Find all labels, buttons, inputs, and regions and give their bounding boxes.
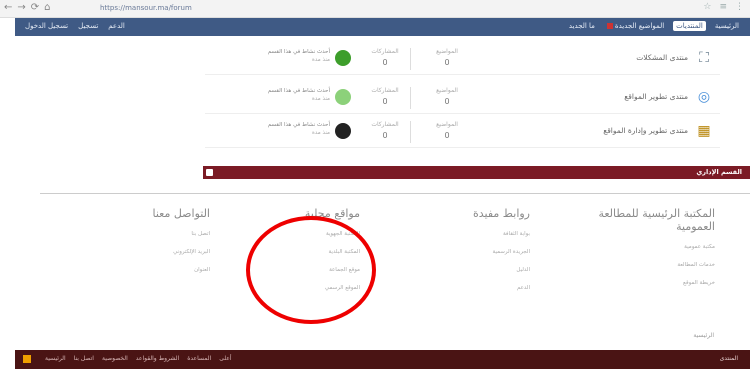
threads-stat: المواضيع 0: [427, 48, 467, 67]
threads-label: المواضيع: [436, 121, 458, 128]
building-icon: ▦: [697, 123, 711, 139]
forum-row[interactable]: ▦ منتدى تطوير وإدارة المواقع المواضيع 0 …: [205, 117, 720, 148]
threads-label: المواضيع: [436, 48, 458, 55]
footer-column-useful-links: روابط مفيدة بوابة الثقافة الجريدة الرسمي…: [400, 207, 530, 292]
register-link[interactable]: تسجيل: [78, 22, 98, 30]
tab-new-posts[interactable]: المواضيع الجديدة: [604, 21, 667, 31]
footer-link[interactable]: الخصوصية: [102, 355, 128, 362]
login-link[interactable]: تسجيل الدخول: [25, 22, 68, 30]
latest-post-meta: منذ مدة: [312, 96, 330, 102]
footer-link[interactable]: الجريدة الرسمية: [400, 249, 530, 256]
highlight-circle: [246, 216, 376, 324]
tab-new-posts-label: المواضيع الجديدة: [614, 22, 665, 30]
tab-forums[interactable]: المنتديات: [673, 21, 706, 31]
threads-count: 0: [444, 58, 450, 67]
threads-stat: المواضيع 0: [427, 121, 467, 140]
latest-post-meta: منذ مدة: [312, 57, 330, 63]
tab-home[interactable]: الرئيسية: [712, 21, 742, 31]
column-text[interactable]: خريطة الموقع: [590, 280, 715, 287]
forum-row[interactable]: ⛶ منتدى المشكلات المواضيع 0 المشاركات 0 …: [205, 44, 720, 75]
avatar[interactable]: [335, 123, 351, 139]
footer-link[interactable]: اتصل بنا: [74, 355, 94, 362]
alert-dot-icon: [606, 23, 613, 29]
posts-stat: المشاركات 0: [365, 121, 405, 140]
footer-column-contact: التواصل معنا اتصل بنا البريد الإلكتروني …: [80, 207, 210, 274]
forum-row[interactable]: ◎ منتدى تطوير المواقع المواضيع 0 المشارك…: [205, 83, 720, 114]
browser-tools: ☆ ≡ ⋮: [703, 2, 744, 12]
organization-icon: ⛶: [699, 50, 709, 66]
footer-link[interactable]: الدعم: [400, 285, 530, 292]
footer-home-link[interactable]: المنتدى: [720, 355, 738, 362]
posts-count: 0: [382, 58, 388, 67]
column-text: خدمات المطالعة: [677, 262, 715, 268]
footer-link[interactable]: البريد الإلكتروني: [80, 249, 210, 256]
collapse-toggle-icon[interactable]: [206, 169, 213, 176]
forum-title[interactable]: منتدى المشكلات: [636, 53, 688, 62]
posts-count: 0: [382, 131, 388, 140]
site-footer: الرئيسية اتصل بنا الخصوصية الشروط والقوا…: [15, 350, 750, 369]
main-tabs: ما الجديد المواضيع الجديدة المنتديات الر…: [566, 21, 742, 31]
user-links: تسجيل الدخول تسجيل الدعم: [25, 22, 125, 30]
reload-icon[interactable]: ⟳: [31, 2, 39, 13]
category-title[interactable]: القسم الإداري: [696, 168, 742, 176]
footer-link[interactable]: بوابة الثقافة: [400, 231, 530, 238]
tab-whats-new[interactable]: ما الجديد: [566, 21, 598, 31]
column-heading: التواصل معنا: [152, 207, 210, 220]
forum-title[interactable]: منتدى تطوير المواقع: [624, 92, 688, 101]
divider: [410, 121, 411, 143]
footer-divider: [40, 193, 750, 194]
footer-link[interactable]: العنوان: [80, 267, 210, 274]
browser-toolbar: ← → ⟳ ⌂ https://mansour.ma/forum ☆ ≡ ⋮: [0, 0, 750, 18]
footer-link[interactable]: الشروط والقواعد: [136, 355, 179, 362]
threads-count: 0: [444, 97, 450, 106]
latest-post[interactable]: أحدث نشاط في هذا القسم منذ مدة: [210, 87, 330, 103]
breadcrumb[interactable]: الرئيسية: [693, 332, 714, 339]
posts-stat: المشاركات 0: [365, 48, 405, 67]
avatar[interactable]: [335, 89, 351, 105]
avatar[interactable]: [335, 50, 351, 66]
footer-column-library: المكتبة الرئيسية للمطالعة العمومية مكتبة…: [590, 207, 715, 287]
posts-count: 0: [382, 97, 388, 106]
footer-links: الرئيسية اتصل بنا الخصوصية الشروط والقوا…: [45, 355, 231, 362]
browser-nav: ← → ⟳ ⌂: [4, 2, 51, 13]
column-heading: روابط مفيدة: [473, 207, 530, 220]
footer-link[interactable]: اتصل بنا: [80, 231, 210, 238]
latest-post-meta: منذ مدة: [312, 130, 330, 136]
home-icon[interactable]: ⌂: [44, 2, 50, 13]
latest-post[interactable]: أحدث نشاط في هذا القسم منذ مدة: [210, 48, 330, 64]
more-icon[interactable]: ⋮: [735, 2, 744, 12]
site-navbar: تسجيل الدخول تسجيل الدعم ما الجديد الموا…: [15, 18, 750, 36]
divider: [410, 87, 411, 109]
posts-stat: المشاركات 0: [365, 87, 405, 106]
category-header[interactable]: القسم الإداري: [203, 166, 750, 179]
posts-label: المشاركات: [371, 121, 399, 128]
column-heading: المكتبة الرئيسية للمطالعة العمومية: [598, 207, 715, 233]
menu-icon[interactable]: ≡: [719, 2, 727, 12]
latest-post-title[interactable]: أحدث نشاط في هذا القسم: [210, 87, 330, 95]
posts-label: المشاركات: [371, 48, 399, 55]
footer-link[interactable]: الدليل: [400, 267, 530, 274]
latest-post-title[interactable]: أحدث نشاط في هذا القسم: [210, 121, 330, 129]
support-link[interactable]: الدعم: [108, 22, 125, 30]
forward-icon[interactable]: →: [17, 2, 25, 13]
footer-link[interactable]: أعلى: [219, 355, 231, 362]
back-icon[interactable]: ←: [4, 2, 12, 13]
address-bar[interactable]: https://mansour.ma/forum: [100, 3, 640, 14]
latest-post-title[interactable]: أحدث نشاط في هذا القسم: [210, 48, 330, 56]
style-chooser-icon[interactable]: [23, 355, 31, 363]
threads-label: المواضيع: [436, 87, 458, 94]
column-text: مكتبة عمومية: [684, 244, 715, 250]
posts-label: المشاركات: [371, 87, 399, 94]
threads-count: 0: [444, 131, 450, 140]
threads-stat: المواضيع 0: [427, 87, 467, 106]
footer-link[interactable]: المساعدة: [187, 355, 211, 362]
bookmark-icon[interactable]: ☆: [703, 2, 711, 12]
globe-icon: ◎: [697, 89, 711, 105]
forum-title[interactable]: منتدى تطوير وإدارة المواقع: [603, 126, 688, 135]
divider: [410, 48, 411, 70]
latest-post[interactable]: أحدث نشاط في هذا القسم منذ مدة: [210, 121, 330, 137]
footer-link[interactable]: الرئيسية: [45, 355, 66, 362]
